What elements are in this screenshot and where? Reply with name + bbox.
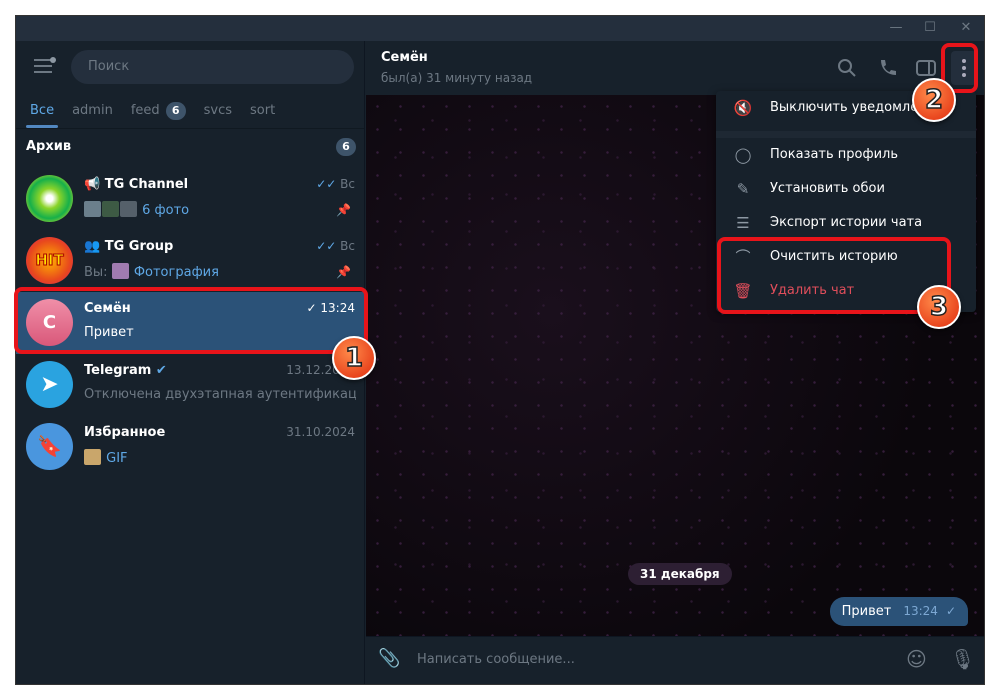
preview-prefix: Вы:	[84, 265, 108, 280]
tab-svcs[interactable]: svcs	[204, 93, 232, 128]
avatar	[26, 175, 73, 222]
minimize-button[interactable]: —	[886, 20, 906, 35]
sidebar: Поиск Все admin feed 6 svcs sort Архив 6 📢…	[16, 41, 365, 684]
emoji-icon[interactable]: ☺	[906, 647, 927, 671]
pin-icon: 📌	[336, 265, 351, 279]
title-bar: — ☐ ✕	[16, 16, 984, 41]
message-composer: 📎 Написать сообщение... ☺ 🎙	[366, 636, 984, 684]
chat-name: TG Channel	[104, 177, 189, 192]
chat-item-saved[interactable]: 🔖 Избранное 31.10.2024 GIF	[16, 416, 365, 478]
chat-preview: 6 фото	[142, 203, 190, 218]
close-button[interactable]: ✕	[956, 20, 976, 35]
menu-label: Экспорт истории чата	[770, 215, 923, 230]
menu-label: Установить обои	[770, 181, 885, 196]
chat-name: TG Group	[104, 239, 174, 254]
photo-thumbnail	[84, 201, 101, 217]
search-icon[interactable]	[836, 57, 858, 79]
verified-icon: ✔	[155, 363, 167, 378]
step-badge-1: 1	[332, 336, 376, 380]
chat-title[interactable]: Семён	[381, 50, 428, 65]
chat-header: Семён был(а) 31 минуту назад	[366, 41, 984, 95]
step-badge-2: 2	[912, 78, 956, 122]
chat-item-tg-group[interactable]: HIT 👥 TG Group ✓✓ Вс Вы: Фотография 📌	[16, 230, 365, 292]
folder-tabs: Все admin feed 6 svcs sort	[16, 93, 364, 129]
mute-icon: 🔇	[733, 99, 753, 117]
chat-time: Вс	[340, 239, 355, 253]
tab-feed[interactable]: feed 6	[131, 93, 186, 128]
highlight-menu-items	[717, 237, 951, 314]
menu-label: Показать профиль	[770, 147, 899, 162]
channel-icon: 📢	[84, 177, 105, 192]
sidebar-toggle-icon[interactable]	[915, 57, 937, 79]
tab-sort[interactable]: sort	[250, 93, 275, 128]
double-check-icon: ✓✓	[316, 239, 341, 253]
telegram-plane-icon: ➤	[26, 361, 73, 408]
export-icon: ☰	[736, 214, 750, 232]
chat-preview: Отключена двухэтапная аутентификация!...	[84, 387, 356, 402]
profile-icon: ◯	[734, 146, 752, 164]
chat-item-tg-channel[interactable]: 📢 TG Channel ✓✓ Вс 6 фото 📌	[16, 168, 365, 230]
hamburger-menu-icon[interactable]	[34, 57, 56, 75]
chat-preview: GIF	[106, 451, 128, 466]
menu-divider	[716, 131, 976, 138]
menu-item-set-wallpaper[interactable]: ✎ Установить обои	[716, 172, 976, 206]
group-icon: 👥	[84, 239, 105, 254]
bookmark-icon: 🔖	[26, 423, 73, 470]
archive-count: 6	[336, 138, 356, 156]
phone-icon[interactable]	[876, 57, 898, 79]
menu-item-show-profile[interactable]: ◯ Показать профиль	[716, 138, 976, 172]
tab-label: admin	[72, 102, 113, 118]
archive-label: Архив	[26, 139, 72, 154]
menu-item-export-history[interactable]: ☰ Экспорт истории чата	[716, 206, 976, 240]
chat-preview: Фотография	[133, 265, 219, 280]
tab-label: svcs	[203, 102, 233, 118]
message-bubble[interactable]: Привет 13:24 ✓	[829, 597, 968, 626]
gif-thumbnail	[84, 449, 101, 465]
archive-row[interactable]: Архив 6	[26, 136, 356, 158]
step-badge-3: 3	[917, 285, 961, 329]
chat-name: Избранное	[84, 425, 166, 440]
highlight-chat	[14, 287, 368, 354]
date-separator: 31 декабря	[628, 563, 732, 585]
message-text: Привет	[841, 604, 892, 619]
pin-icon: 📌	[336, 203, 351, 217]
check-icon: ✓	[945, 604, 956, 618]
brush-icon: ✎	[736, 180, 750, 198]
tab-label: feed	[130, 102, 160, 118]
search-input[interactable]: Поиск	[71, 50, 354, 84]
attach-icon[interactable]: 📎	[378, 648, 400, 669]
chat-time: Вс	[340, 177, 355, 191]
unread-badge: 6	[165, 101, 186, 120]
maximize-button[interactable]: ☐	[920, 20, 940, 35]
avatar: HIT	[26, 237, 73, 284]
photo-thumbnail	[111, 263, 129, 279]
chat-name: Telegram	[84, 363, 152, 378]
message-input[interactable]: Написать сообщение...	[417, 652, 575, 667]
tab-label: sort	[250, 102, 276, 118]
message-time: 13:24	[903, 604, 938, 618]
photo-thumbnail	[102, 201, 119, 217]
tab-admin[interactable]: admin	[72, 93, 113, 128]
photo-thumbnail	[120, 201, 137, 217]
chat-time: 31.10.2024	[286, 425, 355, 439]
tab-label: Все	[30, 102, 55, 118]
double-check-icon: ✓✓	[316, 177, 341, 191]
tab-all[interactable]: Все	[25, 93, 59, 128]
last-seen-status: был(а) 31 минуту назад	[381, 71, 533, 85]
chat-item-telegram[interactable]: ➤ Telegram ✔ 13.12.2024 Отключена двухэт…	[16, 354, 365, 416]
microphone-icon[interactable]: 🎙	[950, 647, 975, 671]
